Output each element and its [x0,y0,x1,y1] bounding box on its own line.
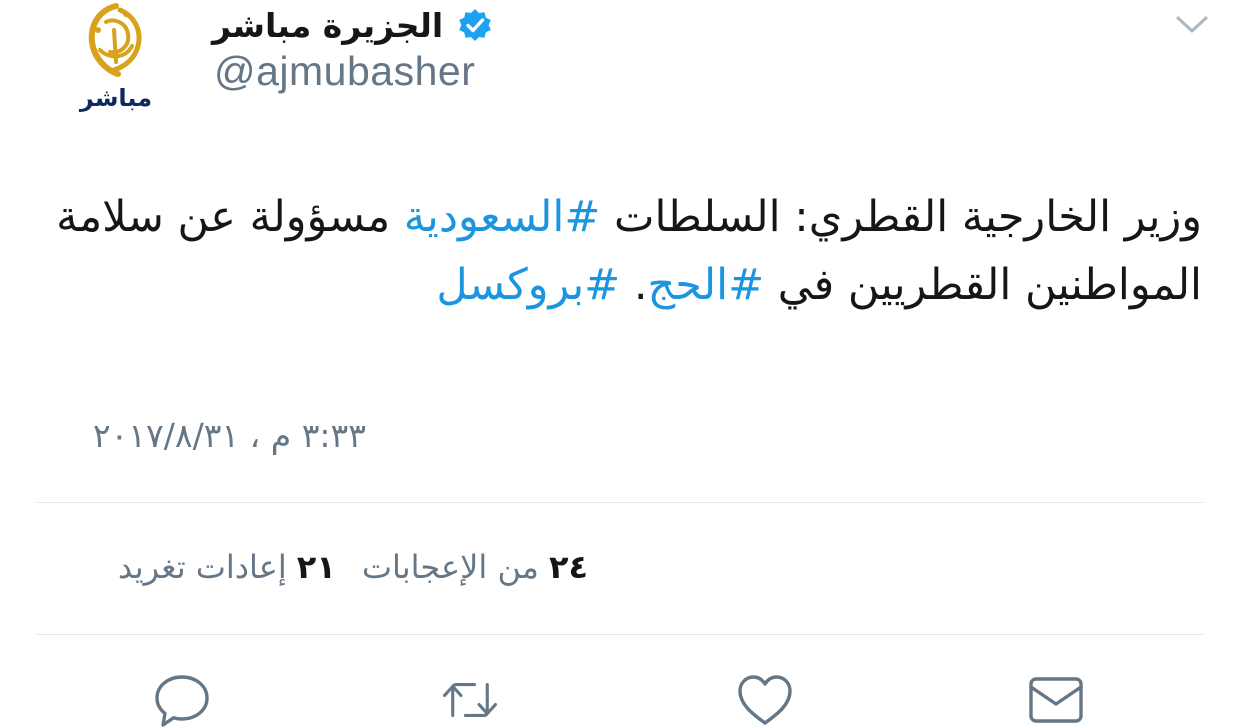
likes-count: ٢٤ [548,548,588,586]
display-name[interactable]: الجزيرة مباشر [212,6,443,45]
display-name-row[interactable]: الجزيرة مباشر [212,0,493,50]
tweet-text-part: وزير الخارجية القطري: السلطات [600,192,1202,242]
heart-icon [738,675,792,725]
divider [36,502,1204,503]
retweet-icon [443,683,497,717]
user-handle[interactable]: @ajmubasher [214,48,475,95]
like-button[interactable] [735,672,795,728]
retweets-count: ٢١ [296,548,336,586]
envelope-icon [1029,677,1083,723]
avatar-label: مباشر [79,84,153,112]
divider [36,634,1204,635]
tweet-stats: ٢٤ من الإعجابات ٢١ إعادات تغريد [118,548,588,586]
tweet-timestamp[interactable]: ٣:٣٣ م ، ٢٠١٧/٨/٣١ [93,416,366,455]
tweet-card: مباشر الجزيرة مباشر @ajmubasher وزير الخ… [0,0,1242,728]
likes-label: من الإعجابات [361,548,539,586]
reply-button[interactable] [152,672,212,728]
retweets-stat[interactable]: ٢١ إعادات تغريد [118,548,336,586]
tweet-text: وزير الخارجية القطري: السلطات #السعودية … [32,184,1202,320]
verified-badge-icon [459,9,491,41]
hashtag-link[interactable]: #السعودية [404,192,601,242]
hashtag-link[interactable]: #بروكسل [436,260,620,310]
chevron-down-icon [1176,16,1208,33]
retweets-label: إعادات تغريد [117,548,287,586]
tweet-menu-button[interactable] [1172,8,1212,42]
avatar[interactable]: مباشر [70,0,162,120]
tweet-text-part: . [620,259,648,310]
reply-icon [155,675,209,727]
likes-stat[interactable]: ٢٤ من الإعجابات [362,548,588,586]
retweet-button[interactable] [440,672,500,728]
hashtag-link[interactable]: #الحج [648,260,765,310]
aljazeera-logo-icon [88,3,142,77]
direct-message-button[interactable] [1026,672,1086,728]
